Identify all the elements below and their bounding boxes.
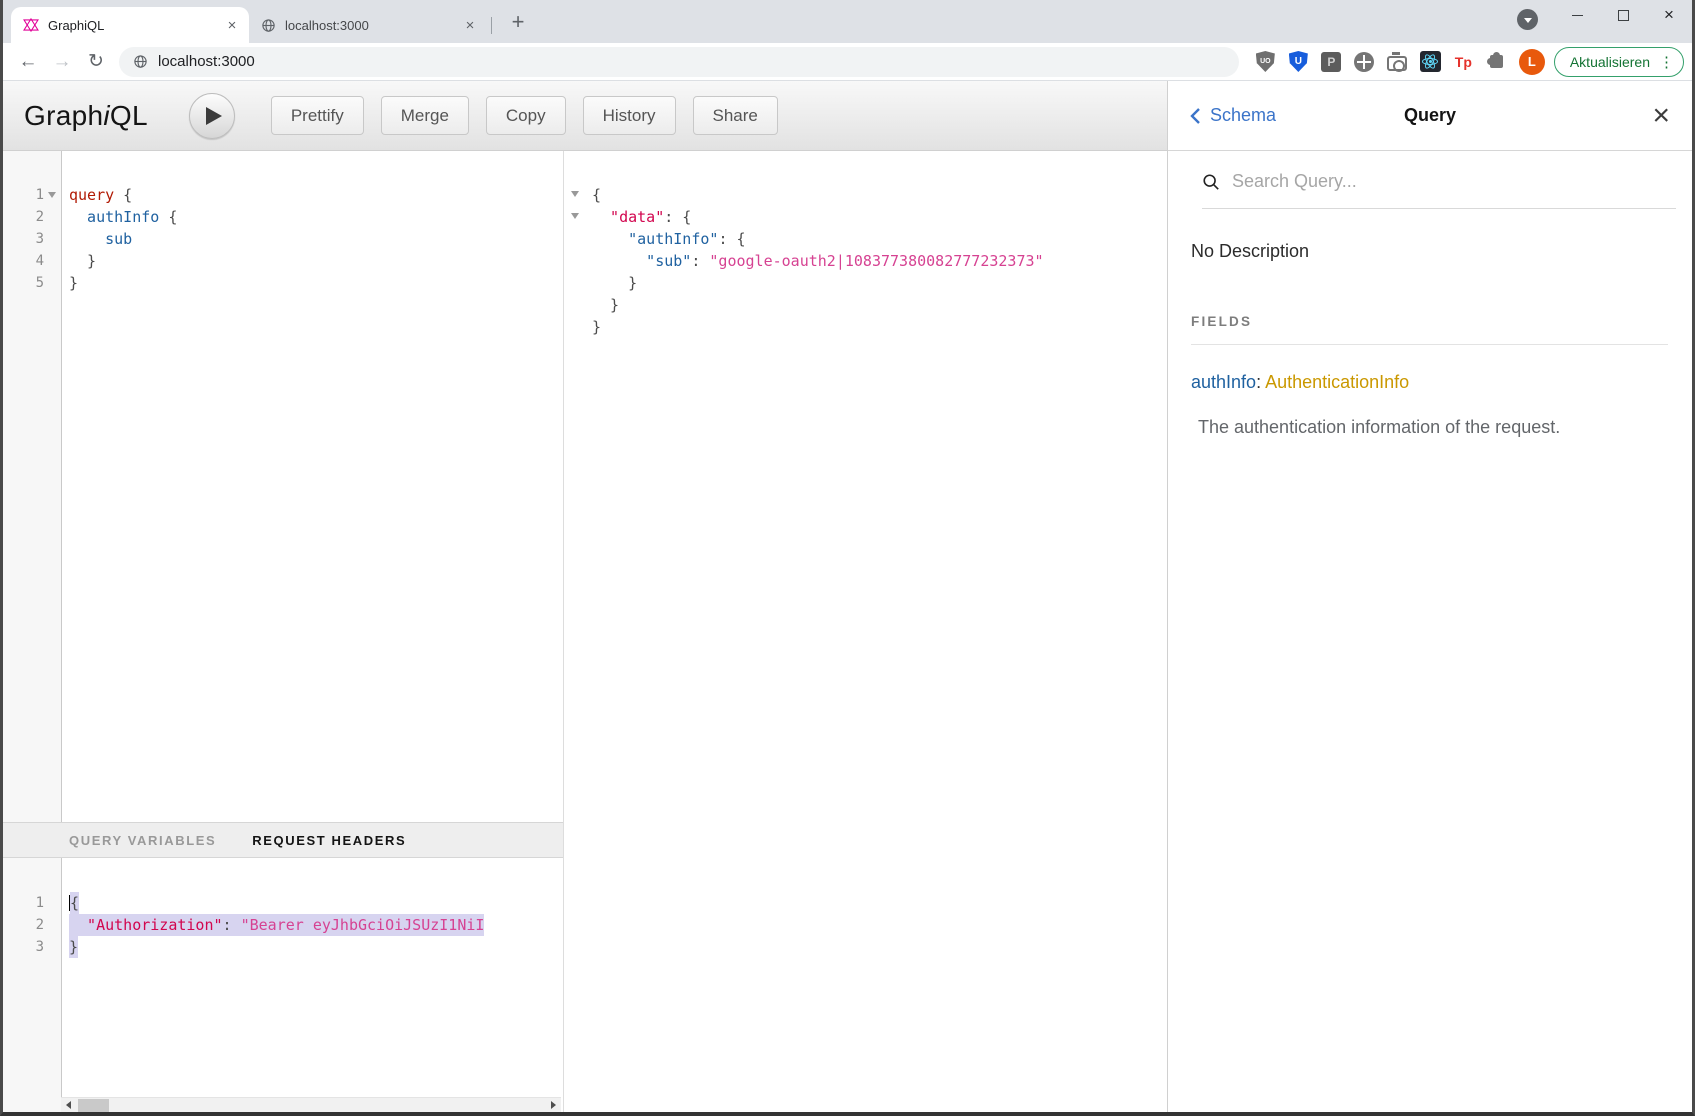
doc-body: No Description FIELDS authInfo: Authenti…: [1168, 209, 1692, 438]
divider: [1191, 344, 1668, 345]
doc-search-input[interactable]: [1232, 171, 1676, 192]
tab-localhost[interactable]: localhost:3000 ×: [249, 7, 487, 43]
field-row-authinfo: authInfo: AuthenticationInfo: [1191, 372, 1668, 393]
field-name-link[interactable]: authInfo: [1191, 372, 1256, 392]
maximize-button[interactable]: [1600, 0, 1646, 30]
tab-title: GraphiQL: [48, 18, 223, 33]
headers-code[interactable]: { "Authorization": "Bearer eyJhbGciOiJSU…: [62, 858, 563, 1112]
update-button-label: Aktualisieren: [1570, 54, 1650, 70]
p-extension-icon[interactable]: P: [1318, 48, 1345, 75]
camera-extension-icon[interactable]: [1384, 48, 1411, 75]
new-tab-button[interactable]: +: [506, 9, 530, 35]
graphiql-topbar: GraphiQL Prettify Merge Copy History Sha…: [3, 81, 1167, 151]
forward-button[interactable]: →: [48, 48, 76, 76]
line-number-gutter: 1 2 3 4 5: [3, 151, 62, 822]
overflow-menu-icon[interactable]: ⋮: [1659, 53, 1674, 71]
doc-explorer: Query Schema × No Description: [1167, 81, 1692, 1112]
tab-separator: [491, 17, 492, 34]
play-icon: [206, 107, 222, 125]
address-bar[interactable]: localhost:3000: [119, 47, 1239, 77]
fold-arrow-icon[interactable]: [571, 191, 579, 197]
close-icon[interactable]: ×: [461, 16, 479, 34]
fold-arrow-icon[interactable]: [571, 213, 579, 219]
doc-close-button[interactable]: ×: [1652, 106, 1670, 126]
editor-pane: 1 2 3 4 5 query { authInfo { sub } }: [3, 151, 563, 1112]
window-close-button[interactable]: ×: [1646, 0, 1692, 30]
dial-extension-icon[interactable]: [1351, 48, 1378, 75]
back-button[interactable]: ←: [14, 48, 42, 76]
query-editor[interactable]: 1 2 3 4 5 query { authInfo { sub } }: [3, 151, 563, 822]
react-devtools-icon[interactable]: [1417, 48, 1444, 75]
bitwarden-extension-icon[interactable]: U: [1285, 48, 1312, 75]
history-button[interactable]: History: [583, 96, 676, 135]
share-button[interactable]: Share: [693, 96, 778, 135]
extensions-puzzle-icon[interactable]: [1483, 48, 1510, 75]
tab-query-variables[interactable]: QUERY VARIABLES: [69, 833, 216, 848]
scroll-left-icon[interactable]: [61, 1098, 76, 1113]
minimize-icon: [1572, 15, 1583, 16]
no-description-text: No Description: [1191, 241, 1668, 262]
tab-request-headers[interactable]: REQUEST HEADERS: [252, 833, 406, 848]
doc-explorer-header: Query Schema ×: [1168, 81, 1692, 151]
chevron-left-icon: [1190, 107, 1201, 125]
search-icon: [1202, 173, 1220, 191]
tab-strip: GraphiQL × localhost:3000 × + ×: [3, 0, 1692, 43]
fold-arrow-icon[interactable]: [48, 192, 56, 198]
field-type-link[interactable]: AuthenticationInfo: [1265, 372, 1409, 392]
tab-title: localhost:3000: [285, 18, 461, 33]
tp-extension-icon[interactable]: Tp: [1450, 48, 1477, 75]
globe-icon: [261, 18, 276, 33]
ublock-extension-icon[interactable]: UO: [1252, 48, 1279, 75]
line-number-gutter: 1 2 3: [3, 858, 62, 1112]
tab-search-button[interactable]: [1517, 9, 1538, 30]
response-json: { "data": { "authInfo": { "sub": "google…: [564, 151, 1167, 338]
browser-toolbar: ← → ↻ localhost:3000 UO U P Tp L Aktuali…: [3, 43, 1692, 81]
scroll-right-icon[interactable]: [546, 1098, 561, 1113]
graphiql-logo: GraphiQL: [24, 100, 148, 132]
doc-back-label: Schema: [1210, 105, 1276, 126]
chevron-down-icon: [1524, 18, 1532, 23]
minimize-button[interactable]: [1554, 0, 1600, 30]
request-headers-editor[interactable]: 1 2 3 { "Authorization": "Bearer eyJhbGc…: [3, 858, 563, 1112]
doc-back-link[interactable]: Schema: [1190, 105, 1276, 126]
maximize-icon: [1618, 10, 1629, 21]
update-button[interactable]: Aktualisieren ⋮: [1554, 47, 1684, 77]
url-text: localhost:3000: [158, 53, 255, 70]
browser-window: GraphiQL × localhost:3000 × + × ← → ↻: [0, 0, 1695, 1116]
secondary-editor-tabbar: QUERY VARIABLES REQUEST HEADERS: [3, 822, 563, 858]
profile-avatar[interactable]: L: [1519, 49, 1545, 75]
prettify-button[interactable]: Prettify: [271, 96, 364, 135]
field-description: The authentication information of the re…: [1191, 417, 1668, 438]
execute-button[interactable]: [189, 93, 235, 139]
doc-search-row: [1202, 151, 1676, 209]
graphiql-app: GraphiQL Prettify Merge Copy History Sha…: [3, 81, 1692, 1112]
graphql-logo-icon: [23, 17, 39, 33]
globe-icon: [133, 54, 148, 69]
query-code[interactable]: query { authInfo { sub } }: [62, 151, 563, 822]
response-pane[interactable]: { "data": { "authInfo": { "sub": "google…: [563, 151, 1167, 1112]
tab-graphiql[interactable]: GraphiQL ×: [11, 7, 249, 43]
horizontal-scrollbar[interactable]: [61, 1097, 561, 1112]
reload-button[interactable]: ↻: [82, 48, 110, 76]
copy-button[interactable]: Copy: [486, 96, 566, 135]
close-icon[interactable]: ×: [223, 16, 241, 34]
fields-heading: FIELDS: [1191, 314, 1668, 329]
scrollbar-thumb[interactable]: [78, 1099, 109, 1112]
merge-button[interactable]: Merge: [381, 96, 469, 135]
